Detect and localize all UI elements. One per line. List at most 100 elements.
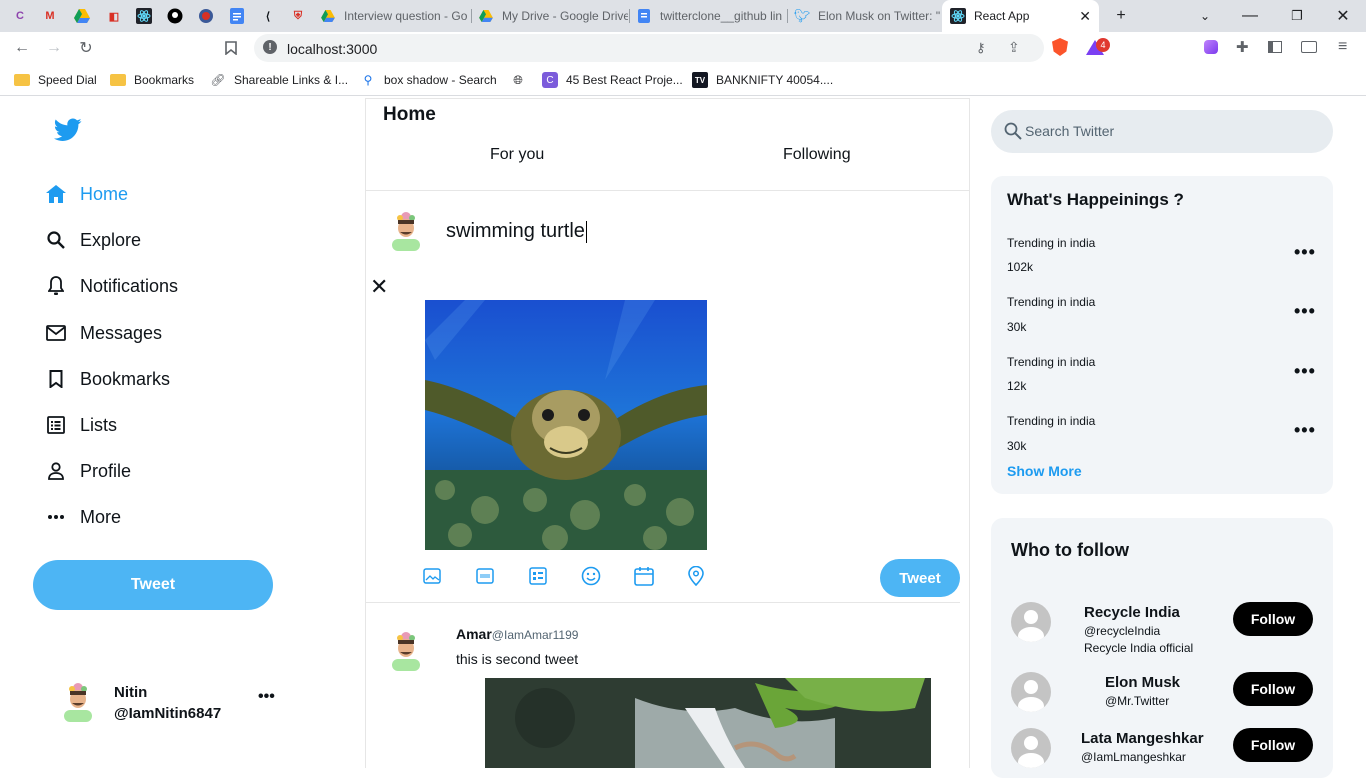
tv-icon: TV: [692, 72, 708, 88]
search-icon: [46, 230, 66, 250]
trend-label[interactable]: Trending in india: [1007, 295, 1095, 309]
show-more-link[interactable]: Show More: [1007, 463, 1082, 479]
sidebar-item-more[interactable]: More: [46, 503, 121, 531]
tab-interview[interactable]: Interview question - Go: [320, 0, 470, 32]
profile-more-icon[interactable]: •••: [258, 688, 275, 706]
gmail-icon[interactable]: M: [40, 6, 60, 26]
follow-user-handle: @Mr.Twitter: [1105, 694, 1170, 708]
app-icon[interactable]: ◧: [104, 6, 124, 26]
folder-icon: [14, 72, 30, 88]
sidebar-item-messages[interactable]: Messages: [46, 319, 162, 347]
mail-icon: [46, 323, 66, 343]
sidebar-item-home[interactable]: Home: [46, 180, 128, 208]
follow-user-name[interactable]: Elon Musk: [1105, 674, 1180, 691]
tab-for-you[interactable]: For you: [490, 146, 544, 164]
right-sidebar: Search Twitter What's Happeinings ? Tren…: [970, 98, 1366, 778]
list-icon: [46, 415, 66, 435]
tab-following[interactable]: Following: [783, 146, 851, 164]
sidebar-item-lists[interactable]: Lists: [46, 411, 117, 439]
url-text[interactable]: localhost:3000: [287, 41, 377, 57]
restore-icon[interactable]: ❐: [1277, 0, 1317, 32]
react-icon[interactable]: [134, 6, 154, 26]
location-icon[interactable]: [686, 566, 706, 586]
github-icon[interactable]: [165, 6, 185, 26]
image-icon[interactable]: [422, 566, 442, 586]
bookmark-globe[interactable]: 🌐︎: [510, 72, 534, 88]
sidebar-item-explore[interactable]: Explore: [46, 226, 141, 254]
sidebar-item-notifications[interactable]: Notifications: [46, 272, 178, 300]
minimize-icon[interactable]: —: [1230, 0, 1270, 32]
bookmark-react-projects[interactable]: C 45 Best React Proje...: [542, 72, 683, 88]
trend-count: 30k: [1007, 320, 1027, 334]
bookmark-speed-dial[interactable]: Speed Dial: [14, 72, 97, 88]
canva-icon[interactable]: C: [10, 6, 30, 26]
bookmark-box-shadow[interactable]: ⚲ box shadow - Search: [360, 72, 497, 88]
poll-icon[interactable]: [528, 566, 548, 586]
avatar: [1011, 728, 1051, 768]
schedule-icon[interactable]: [634, 566, 654, 586]
tab-elon-musk[interactable]: 🐦︎ Elon Musk on Twitter: ": [794, 0, 940, 32]
new-tab-icon[interactable]: +: [1101, 0, 1141, 32]
follow-button[interactable]: Follow: [1233, 602, 1313, 636]
docs-icon[interactable]: [227, 6, 247, 26]
bookmark-shareable-links[interactable]: 🔗︎ Shareable Links & I...: [210, 72, 348, 88]
compose-tweet-button[interactable]: Tweet: [880, 559, 960, 597]
search-placeholder: Search Twitter: [1025, 123, 1115, 139]
back-icon[interactable]: ←: [10, 36, 34, 60]
gif-icon[interactable]: [475, 566, 495, 586]
bookmark-page-icon[interactable]: [219, 36, 243, 60]
share-icon[interactable]: ⇪: [1008, 39, 1020, 56]
key-icon[interactable]: ⚷: [976, 40, 986, 56]
app-icon[interactable]: ⟨: [258, 6, 278, 26]
tab-react-app[interactable]: React App ✕: [942, 0, 1099, 32]
drive-icon[interactable]: [72, 6, 92, 26]
post-text: this is second tweet: [456, 651, 579, 667]
compose-input[interactable]: swimming turtle: [446, 220, 587, 243]
follow-button[interactable]: Follow: [1233, 728, 1313, 762]
post-author-name: Amar: [456, 626, 492, 642]
sidebar-item-label: Explore: [80, 229, 142, 250]
emoji-icon[interactable]: [581, 566, 601, 586]
trend-label[interactable]: Trending in india: [1007, 236, 1095, 250]
twitter-logo-icon[interactable]: [53, 118, 82, 147]
extensions-icon[interactable]: ✚: [1236, 38, 1249, 56]
tab-twitterclone[interactable]: twitterclone__github lin: [636, 0, 786, 32]
info-icon[interactable]: !: [263, 40, 277, 54]
compose-divider: [366, 602, 960, 603]
sidebar-item-profile[interactable]: Profile: [46, 457, 131, 485]
wallet-icon[interactable]: [1301, 41, 1317, 53]
leo-icon[interactable]: [1204, 40, 1218, 54]
forward-icon[interactable]: →: [42, 36, 66, 60]
trend-more-icon[interactable]: •••: [1294, 420, 1316, 441]
trend-more-icon[interactable]: •••: [1294, 301, 1316, 322]
shield-icon[interactable]: ⛨: [288, 6, 308, 26]
trend-label[interactable]: Trending in india: [1007, 355, 1095, 369]
sidebar-item-label: Profile: [80, 460, 132, 481]
chevron-down-icon[interactable]: ⌄: [1185, 0, 1225, 32]
follow-user-name[interactable]: Lata Mangeshkar: [1081, 730, 1204, 747]
bookmark-banknifty[interactable]: TV BANKNIFTY 40054....: [692, 72, 833, 88]
bookmark-bookmarks[interactable]: Bookmarks: [110, 72, 194, 88]
menu-icon[interactable]: ≡: [1338, 38, 1347, 56]
close-window-icon[interactable]: ✕: [1323, 0, 1363, 32]
post-author[interactable]: Amar@IamAmar1199: [456, 626, 578, 642]
react-icon: [950, 8, 966, 24]
app-icon[interactable]: [196, 6, 216, 26]
follow-button[interactable]: Follow: [1233, 672, 1313, 706]
folder-icon: [110, 72, 126, 88]
sidebar-item-label: Lists: [80, 414, 118, 435]
close-tab-icon[interactable]: ✕: [1079, 8, 1091, 25]
sidebar-item-label: Home: [80, 183, 129, 204]
trend-more-icon[interactable]: •••: [1294, 361, 1316, 382]
sidebar-item-bookmarks[interactable]: Bookmarks: [46, 365, 170, 393]
follow-user-name[interactable]: Recycle India: [1084, 604, 1180, 621]
search-icon: [1004, 122, 1022, 145]
sidebar-toggle-icon[interactable]: [1268, 41, 1282, 53]
tab-my-drive[interactable]: My Drive - Google Drive: [478, 0, 628, 32]
trend-label[interactable]: Trending in india: [1007, 414, 1095, 428]
reload-icon[interactable]: ↻: [74, 36, 98, 60]
trend-more-icon[interactable]: •••: [1294, 242, 1316, 263]
remove-image-icon[interactable]: ✕: [370, 274, 388, 300]
tweet-button[interactable]: Tweet: [33, 560, 273, 610]
sidebar-item-label: Messages: [80, 322, 163, 343]
